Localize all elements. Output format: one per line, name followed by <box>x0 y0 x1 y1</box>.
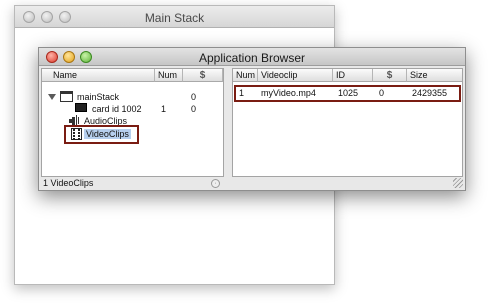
tree-item-num: 1 <box>161 104 167 114</box>
card-icon <box>72 103 87 114</box>
highlight-box <box>234 85 461 102</box>
resize-grip-icon[interactable] <box>453 178 463 188</box>
column-header-label: Num <box>158 70 178 80</box>
column-header-num[interactable]: Num <box>233 69 258 82</box>
split-handle-icon[interactable]: · <box>211 179 220 188</box>
object-tree-pane[interactable]: Name Num $ mainStack 0 card id 1002 1 0 … <box>41 68 224 177</box>
main-stack-titlebar[interactable]: Main Stack <box>15 6 334 28</box>
column-header-script[interactable]: $ <box>373 69 407 82</box>
column-header-name[interactable]: Name <box>42 69 155 82</box>
column-header-label: ID <box>336 70 345 80</box>
script-icon: $ <box>199 70 206 81</box>
column-header-label: Num <box>236 70 256 80</box>
column-header-videoclip[interactable]: Videoclip <box>258 69 333 82</box>
application-browser-window: Application Browser Name Num $ mainStack… <box>38 47 466 191</box>
window-title: Application Browser <box>198 51 306 65</box>
column-header-size[interactable]: Size <box>407 69 462 82</box>
detail-table-pane[interactable]: Num Videoclip ID $ Size 1 myVideo.mp4 10… <box>232 68 463 177</box>
script-icon: $ <box>386 70 393 81</box>
application-browser-titlebar[interactable]: Application Browser <box>39 48 465 66</box>
tree-item-script-count: 0 <box>191 104 197 114</box>
column-header-script[interactable]: $ <box>183 69 223 82</box>
tree-item-script-count: 0 <box>191 92 197 102</box>
highlight-box <box>64 125 139 144</box>
stack-icon <box>60 91 73 102</box>
column-header-label: Videoclip <box>261 70 298 80</box>
tree-item-card[interactable]: card id 1002 <box>92 104 142 114</box>
window-title: Main Stack <box>144 11 205 25</box>
column-header-id[interactable]: ID <box>333 69 373 82</box>
disclosure-triangle-icon[interactable] <box>48 94 56 100</box>
status-bar: 1 VideoClips <box>43 178 94 188</box>
column-header-label: Name <box>53 70 78 80</box>
column-header-num[interactable]: Num <box>155 69 183 82</box>
tree-item-mainstack[interactable]: mainStack <box>77 92 119 102</box>
column-header-label: Size <box>410 70 428 80</box>
